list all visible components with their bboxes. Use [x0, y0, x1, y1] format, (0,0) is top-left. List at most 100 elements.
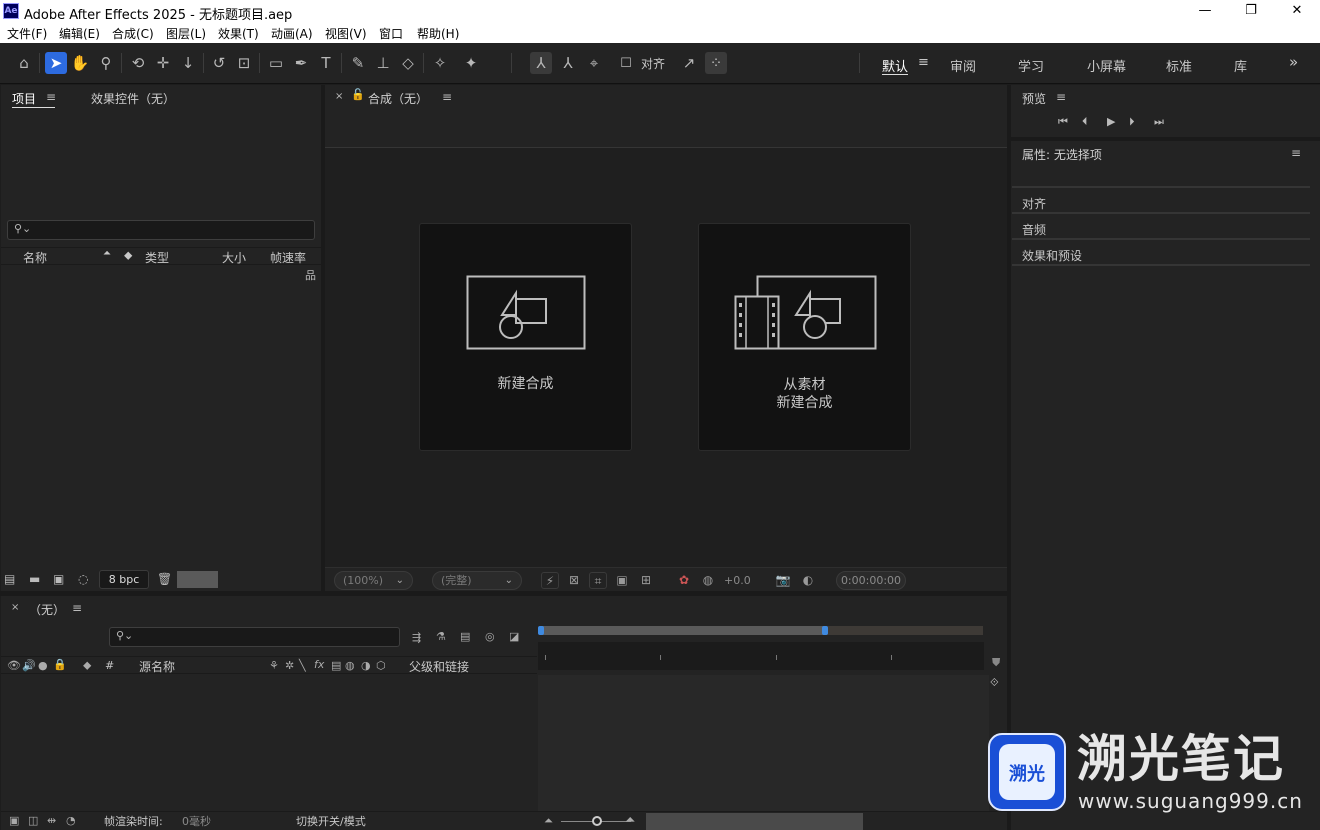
delete-icon[interactable]: 🗑 [157, 572, 172, 586]
comp-marker-bin-icon[interactable]: ⛊ [992, 656, 1000, 670]
show-snapshot-icon[interactable]: ◐ [799, 572, 817, 589]
work-area-bar[interactable] [541, 626, 825, 635]
timeline-scrollbar[interactable] [646, 813, 863, 830]
layer-number-column[interactable]: # [105, 659, 114, 672]
region-of-interest-icon[interactable]: ▣ [613, 572, 631, 589]
source-name-column[interactable]: 源名称 [139, 658, 175, 675]
panel-menu-icon[interactable]: ≡ [46, 90, 56, 104]
column-name[interactable]: 名称 [23, 249, 47, 266]
tab-composition[interactable]: 合成（无） [368, 90, 428, 107]
menu-effect[interactable]: 效果(T) [218, 25, 259, 42]
fast-previews-icon[interactable]: ⚡ [541, 572, 559, 589]
column-frame-rate[interactable]: 帧速率 [270, 249, 306, 266]
panel-divider[interactable] [1011, 137, 1320, 141]
workspace-learn[interactable]: 学习 [1018, 56, 1044, 75]
sort-ascending-icon[interactable]: ⏶ [103, 248, 111, 259]
anchor-point-tool-icon[interactable]: ⊡ [233, 52, 255, 74]
minimize-button[interactable]: — [1182, 0, 1228, 23]
bit-depth-button[interactable]: 8 bpc [99, 570, 149, 589]
pen-tool-icon[interactable]: ✒ [290, 52, 312, 74]
3d-layer-switch-icon[interactable]: ⬡ [376, 659, 386, 672]
workspace-small-screen[interactable]: 小屏幕 [1087, 56, 1126, 75]
menu-composition[interactable]: 合成(C) [112, 25, 154, 42]
magnification-dropdown[interactable]: (100%) ⌄ [334, 571, 413, 590]
roto-brush-tool-icon[interactable]: ✧ [429, 52, 451, 74]
color-management-icon[interactable]: ◍ [699, 572, 717, 589]
label-tag-icon[interactable]: ⬥ [83, 658, 91, 673]
label-tag-icon[interactable]: ⬥ [124, 248, 132, 263]
grid-guides-icon[interactable]: ⊞ [637, 572, 655, 589]
first-frame-icon[interactable]: ⏮ [1058, 115, 1068, 129]
exposure-value[interactable]: +0.0 [724, 574, 751, 587]
graph-editor-icon[interactable]: ◪ [509, 630, 519, 643]
work-area-start-handle[interactable] [538, 626, 544, 635]
type-tool-icon[interactable]: T [315, 52, 337, 74]
view-axis-icon[interactable]: ⌖ [583, 52, 605, 74]
toggle-switches-modes-button[interactable]: 切换开关/模式 [296, 813, 366, 829]
timeline-search-input[interactable]: ⚲⌄ [109, 627, 400, 647]
panel-menu-icon[interactable]: ≡ [1056, 90, 1066, 104]
rotate-tool-icon[interactable]: ↺ [208, 52, 230, 74]
workspace-default[interactable]: 默认 [882, 56, 908, 75]
eraser-tool-icon[interactable]: ◇ [397, 52, 419, 74]
new-folder-icon[interactable]: ▬ [29, 572, 40, 586]
world-axis-icon[interactable]: ⅄ [557, 52, 579, 74]
column-type[interactable]: 类型 [145, 249, 169, 266]
effects-presets-section[interactable]: 效果和预设 [1022, 247, 1082, 264]
new-composition-icon[interactable]: ▣ [53, 572, 64, 586]
rectangle-tool-icon[interactable]: ▭ [265, 52, 287, 74]
audio-toggle-icon[interactable]: 🔊 [22, 659, 36, 672]
tab-effect-controls[interactable]: 效果控件（无） [91, 90, 175, 107]
transparency-grid-icon[interactable]: ⊠ [565, 572, 583, 589]
pan-camera-icon[interactable]: ✛ [152, 52, 174, 74]
project-search-input[interactable]: ⚲⌄ [7, 220, 315, 240]
clone-stamp-tool-icon[interactable]: ⊥ [372, 52, 394, 74]
panel-menu-icon[interactable]: ≡ [442, 90, 452, 104]
resolution-dropdown[interactable]: (完整) ⌄ [432, 571, 522, 590]
home-icon[interactable]: ⌂ [13, 52, 35, 74]
snap-grid-icon[interactable]: ⁘ [705, 52, 727, 74]
menu-edit[interactable]: 编辑(E) [59, 25, 100, 42]
properties-title[interactable]: 属性: 无选择项 [1022, 146, 1102, 163]
new-comp-from-footage-card[interactable]: 从素材 新建合成 [698, 223, 911, 451]
close-tab-icon[interactable]: × [11, 602, 19, 613]
preview-title[interactable]: 预览 [1022, 90, 1046, 107]
solo-toggle-icon[interactable]: ● [38, 659, 48, 672]
draft-3d-icon[interactable]: ⚗ [436, 630, 446, 643]
zoom-in-icon[interactable]: ⏶ [625, 813, 635, 828]
interpret-footage-icon[interactable]: ▤ [4, 572, 15, 586]
audio-section[interactable]: 音频 [1022, 221, 1046, 238]
in-out-toggle-icon[interactable]: ⇹ [47, 814, 56, 827]
menu-layer[interactable]: 图层(L) [166, 25, 206, 42]
timeline-track-area[interactable] [538, 675, 989, 811]
panel-divider[interactable] [321, 85, 325, 591]
menu-help[interactable]: 帮助(H) [417, 25, 459, 42]
orbit-camera-icon[interactable]: ⟲ [127, 52, 149, 74]
comp-button-icon[interactable]: ⟐ [990, 676, 999, 690]
tab-timeline[interactable]: （无） [29, 601, 65, 618]
shy-switch-icon[interactable]: ⚘ [269, 659, 279, 672]
composition-mini-flowchart-icon[interactable]: ⇶ [412, 631, 421, 644]
menu-animation[interactable]: 动画(A) [271, 25, 313, 42]
workspace-standard[interactable]: 标准 [1166, 56, 1192, 75]
close-tab-icon[interactable]: × [335, 91, 343, 102]
zoom-slider-thumb[interactable] [592, 816, 602, 826]
motion-blur-icon[interactable]: ◎ [485, 630, 495, 643]
panel-menu-icon[interactable]: ≡ [1291, 146, 1301, 160]
workspace-menu-icon[interactable]: ≡ [918, 55, 929, 70]
motion-blur-switch-icon[interactable]: ◍ [345, 659, 355, 672]
dolly-camera-icon[interactable]: ↓ [177, 52, 199, 74]
parent-link-column[interactable]: 父级和链接 [409, 658, 469, 675]
restore-button[interactable]: ❐ [1228, 0, 1274, 23]
time-ruler[interactable] [538, 642, 984, 670]
color-channels-icon[interactable]: ✿ [675, 572, 693, 589]
menu-view[interactable]: 视图(V) [325, 25, 367, 42]
lock-toggle-icon[interactable]: 🔒 [53, 658, 67, 671]
mask-visibility-icon[interactable]: ⌗ [589, 572, 607, 589]
workspace-review[interactable]: 审阅 [950, 56, 976, 75]
align-section[interactable]: 对齐 [1022, 195, 1046, 212]
flowchart-icon[interactable]: 品 [305, 267, 316, 283]
zoom-out-icon[interactable]: ⏶ [544, 814, 553, 828]
lock-icon[interactable]: 🔓 [351, 88, 365, 101]
menu-window[interactable]: 窗口 [379, 25, 403, 42]
